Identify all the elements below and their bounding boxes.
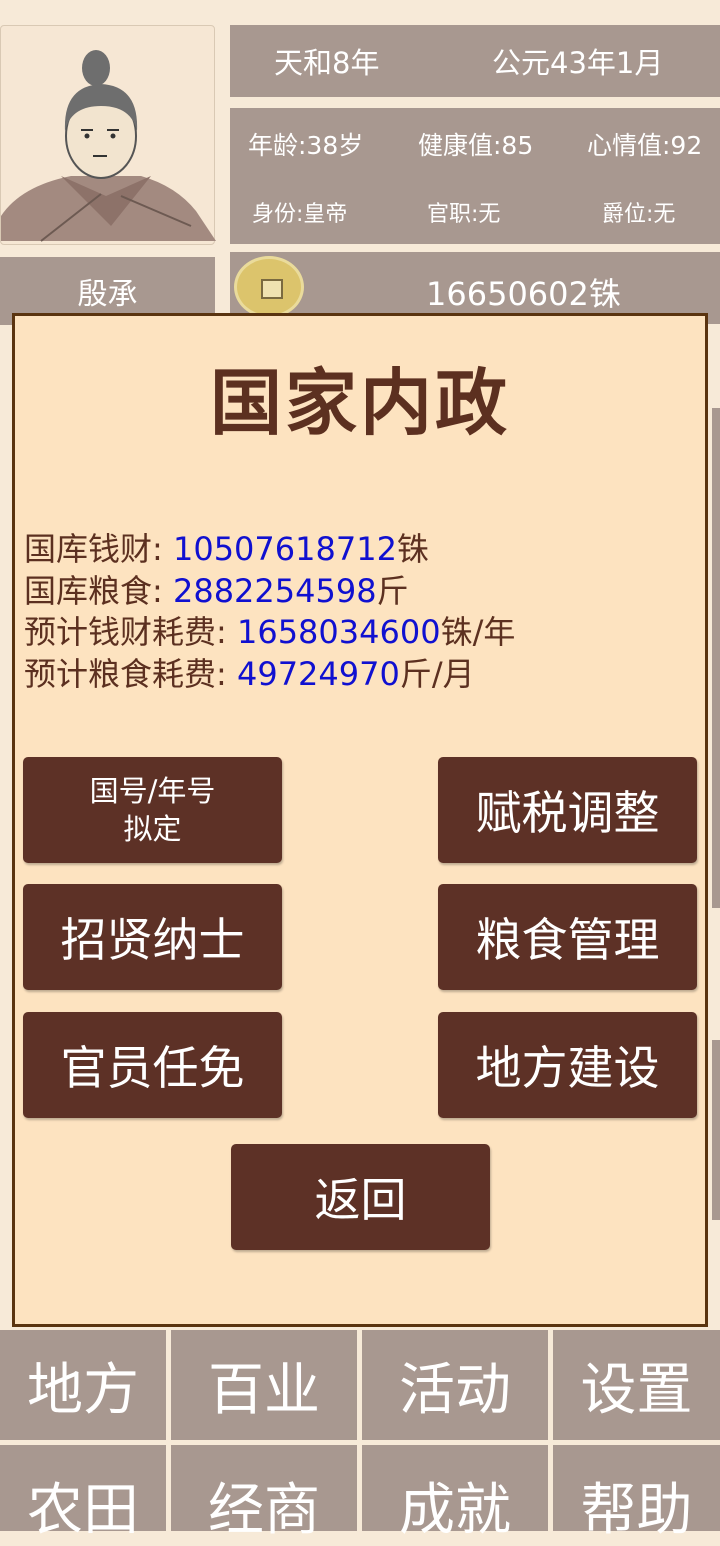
money-value: 16650602铢 [426, 275, 621, 313]
era-name-label-line1: 国号/年号 [89, 774, 216, 808]
grain-cost-value: 49724970 [236, 655, 400, 693]
domestic-affairs-dialog: 国家内政 国库钱财: 10507618712铢 国库粮食: 2882254598… [12, 313, 708, 1327]
treasury-money-value: 10507618712 [172, 530, 397, 568]
treasury-money-row: 国库钱财: 10507618712铢 [24, 524, 429, 570]
grain-cost-label: 预计粮食耗费: [24, 655, 227, 693]
stats-panel: 年龄:38岁 健康值:85 心情值:92 身份:皇帝 官职:无 爵位:无 [230, 108, 720, 244]
date-bar: 天和8年 公元43年1月 [230, 25, 720, 97]
nav-local[interactable]: 地方 [0, 1330, 166, 1440]
nav-trade[interactable]: 经商 [171, 1445, 357, 1543]
recruit-talent-button[interactable]: 招贤纳士 [23, 884, 282, 990]
treasury-money-label: 国库钱财: [24, 530, 163, 568]
treasury-grain-label: 国库粮食: [24, 572, 163, 610]
back-button[interactable]: 返回 [231, 1144, 490, 1250]
nav-farmland[interactable]: 农田 [0, 1445, 166, 1543]
treasury-money-unit: 铢 [396, 530, 429, 568]
background-panel-edge-lower [712, 1040, 720, 1220]
era-name-label-line2: 拟定 [123, 812, 182, 846]
identity-stat: 身份:皇帝 [252, 202, 348, 227]
nav-settings[interactable]: 设置 [553, 1330, 720, 1440]
rank-stat: 爵位:无 [602, 202, 676, 227]
office-stat: 官职:无 [427, 202, 501, 227]
coin-icon [234, 256, 304, 318]
money-cost-value: 1658034600 [236, 613, 441, 651]
treasury-grain-unit: 斤 [376, 572, 409, 610]
emperor-portrait [0, 25, 216, 245]
treasury-grain-row: 国库粮食: 2882254598斤 [24, 566, 409, 612]
money-cost-unit: 铢/年 [440, 613, 516, 651]
health-stat: 健康值:85 [418, 131, 534, 160]
treasury-grain-value: 2882254598 [172, 572, 377, 610]
official-appointment-button[interactable]: 官员任免 [23, 1012, 282, 1118]
tax-adjust-button[interactable]: 赋税调整 [438, 757, 697, 863]
background-panel-edge [712, 408, 720, 908]
grain-cost-unit: 斤/月 [399, 655, 475, 693]
era-name-button[interactable]: 国号/年号 拟定 [23, 757, 282, 863]
emperor-avatar-icon [1, 50, 216, 242]
grain-cost-row: 预计粮食耗费: 49724970斤/月 [24, 649, 475, 695]
grain-management-button[interactable]: 粮食管理 [438, 884, 697, 990]
age-stat: 年龄:38岁 [248, 131, 364, 160]
nav-help[interactable]: 帮助 [553, 1445, 720, 1543]
nav-achievements[interactable]: 成就 [362, 1445, 548, 1543]
money-cost-row: 预计钱财耗费: 1658034600铢/年 [24, 607, 515, 653]
local-construction-button[interactable]: 地方建设 [438, 1012, 697, 1118]
money-cost-label: 预计钱财耗费: [24, 613, 227, 651]
nav-activities[interactable]: 活动 [362, 1330, 548, 1440]
reign-year: 天和8年 [274, 46, 380, 80]
gregorian-date: 公元43年1月 [492, 46, 664, 80]
dialog-title: 国家内政 [209, 361, 510, 445]
nav-industries[interactable]: 百业 [171, 1330, 357, 1440]
mood-stat: 心情值:92 [587, 131, 703, 160]
